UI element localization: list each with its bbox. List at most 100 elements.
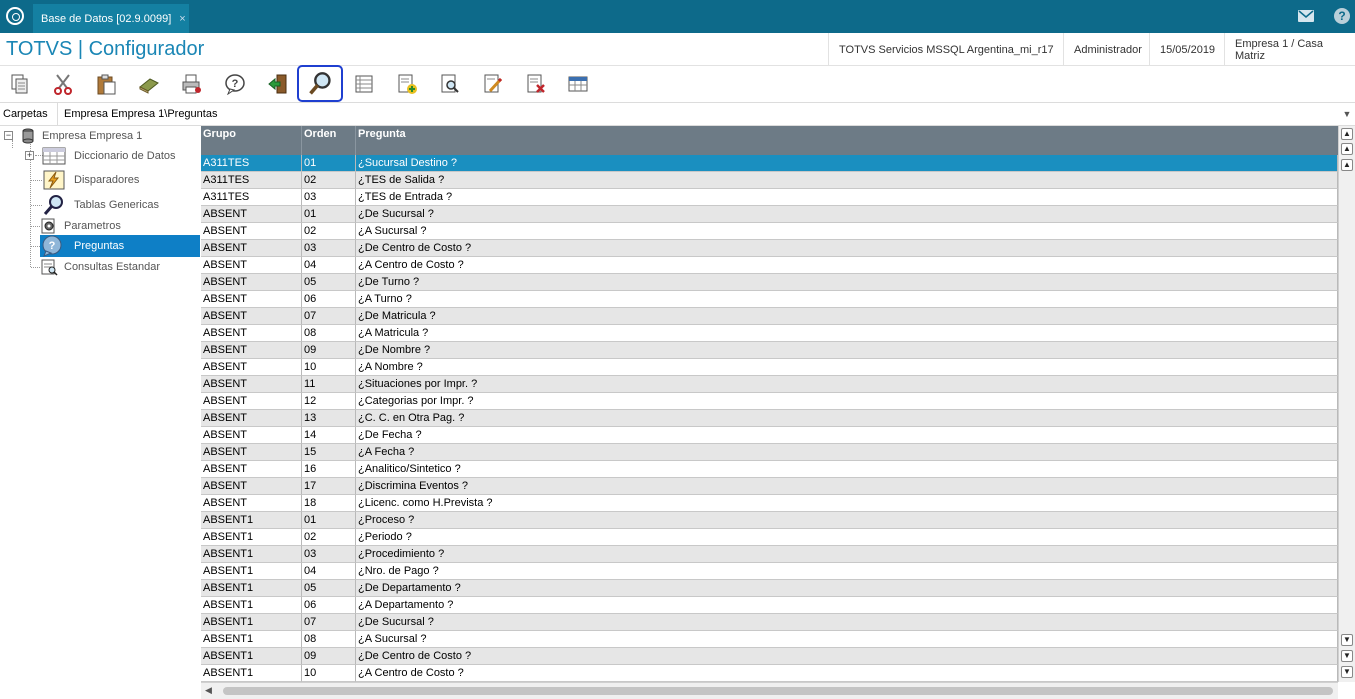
table-row[interactable]: ABSENT 10 ¿A Nombre ? [201,359,1338,376]
table-row[interactable]: ABSENT1 02 ¿Periodo ? [201,529,1338,546]
cell-pregunta: ¿A Nombre ? [356,359,1338,376]
table-row[interactable]: A311TES 02 ¿TES de Salida ? [201,172,1338,189]
tree-collapse-root[interactable]: − [4,131,13,140]
table-row[interactable]: ABSENT 08 ¿A Matricula ? [201,325,1338,342]
scroll-page-down-icon[interactable]: ▼ [1341,650,1353,662]
table-row[interactable]: ABSENT1 10 ¿A Centro de Costo ? [201,665,1338,682]
horizontal-scroll-thumb[interactable] [223,687,1333,695]
totvs-logo-icon[interactable] [6,7,24,25]
cell-grupo: ABSENT [201,274,302,291]
eraser-button[interactable] [134,70,164,98]
cell-orden: 15 [302,444,356,461]
vertical-scrollbar[interactable]: ▲ ▲ ▲ ▼ ▼ ▼ [1338,126,1355,682]
table-row[interactable]: ABSENT 09 ¿De Nombre ? [201,342,1338,359]
tab-base-de-datos[interactable]: Base de Datos [02.9.0099] × [33,4,189,33]
cell-grupo: ABSENT [201,206,302,223]
help-icon[interactable]: ? [1334,8,1350,24]
help-button[interactable]: ? [220,70,250,98]
table-row[interactable]: ABSENT 14 ¿De Fecha ? [201,427,1338,444]
table-row[interactable]: A311TES 01 ¿Sucursal Destino ? [201,155,1338,172]
scroll-bottom-icon[interactable]: ▼ [1341,666,1353,678]
scroll-down-icon[interactable]: ▼ [1341,634,1353,646]
table-row[interactable]: ABSENT1 09 ¿De Centro de Costo ? [201,648,1338,665]
table-row[interactable]: ABSENT 18 ¿Licenc. como H.Prevista ? [201,495,1338,512]
paste-button[interactable] [91,70,121,98]
scroll-top-icon[interactable]: ▲ [1341,128,1353,140]
tree-item-label: Diccionario de Datos [74,150,176,162]
table-row[interactable]: ABSENT 07 ¿De Matricula ? [201,308,1338,325]
add-button[interactable] [392,70,422,98]
cell-grupo: ABSENT [201,427,302,444]
table-row[interactable]: ABSENT 04 ¿A Centro de Costo ? [201,257,1338,274]
folder-path-field[interactable]: Empresa Empresa 1\Preguntas [57,103,1339,126]
cell-orden: 06 [302,291,356,308]
table-row[interactable]: ABSENT1 05 ¿De Departamento ? [201,580,1338,597]
mail-icon[interactable] [1297,7,1315,25]
table-row[interactable]: ABSENT 06 ¿A Turno ? [201,291,1338,308]
tree-item-parametros[interactable]: Parametros [40,216,123,236]
chevron-down-icon[interactable]: ▼ [1339,103,1355,126]
cell-grupo: ABSENT1 [201,529,302,546]
table-row[interactable]: ABSENT 02 ¿A Sucursal ? [201,223,1338,240]
tree-item-label: Preguntas [74,240,125,252]
column-header-pregunta[interactable]: Pregunta [356,126,1338,155]
table-row[interactable]: ABSENT 01 ¿De Sucursal ? [201,206,1338,223]
tree-item-disparadores[interactable]: Disparadores [42,169,141,191]
copy-button[interactable] [5,70,35,98]
cell-grupo: A311TES [201,155,302,172]
cell-grupo: ABSENT [201,359,302,376]
table-button[interactable] [563,70,593,98]
cell-grupo: ABSENT [201,291,302,308]
table-row[interactable]: ABSENT1 06 ¿A Departamento ? [201,597,1338,614]
cell-orden: 01 [302,512,356,529]
column-header-grupo[interactable]: Grupo [201,126,302,155]
tree-item-diccionario[interactable]: Diccionario de Datos [42,145,178,167]
scroll-page-up-icon[interactable]: ▲ [1341,143,1353,155]
cell-pregunta: ¿De Sucursal ? [356,614,1338,631]
preview-button[interactable] [435,70,465,98]
cut-button[interactable] [48,70,78,98]
tree-item-preguntas[interactable]: ? Preguntas [40,235,200,257]
column-header-orden[interactable]: Orden [302,126,356,155]
cell-grupo: ABSENT1 [201,665,302,682]
tree-root[interactable]: Empresa Empresa 1 [20,126,144,146]
cell-grupo: ABSENT [201,444,302,461]
cell-orden: 18 [302,495,356,512]
cell-orden: 10 [302,665,356,682]
table-row[interactable]: ABSENT 03 ¿De Centro de Costo ? [201,240,1338,257]
tree-expand-diccionario[interactable]: + [25,151,34,160]
tree-item-consultas-estandar[interactable]: Consultas Estandar [40,257,162,277]
scroll-up-icon[interactable]: ▲ [1341,159,1353,171]
tree-item-tablas-genericas[interactable]: Tablas Genericas [42,194,161,216]
cell-grupo: A311TES [201,189,302,206]
table-row[interactable]: ABSENT 16 ¿Analitico/Sintetico ? [201,461,1338,478]
table-row[interactable]: ABSENT1 07 ¿De Sucursal ? [201,614,1338,631]
table-row[interactable]: ABSENT 15 ¿A Fecha ? [201,444,1338,461]
delete-button[interactable] [521,70,551,98]
cell-orden: 09 [302,342,356,359]
cell-orden: 01 [302,206,356,223]
table-row[interactable]: ABSENT 17 ¿Discrimina Eventos ? [201,478,1338,495]
cell-orden: 11 [302,376,356,393]
print-button[interactable] [177,70,207,98]
svg-text:?: ? [49,240,56,252]
company-label: Empresa 1 / Casa Matriz [1224,33,1355,66]
tab-close-icon[interactable]: × [179,13,185,25]
table-row[interactable]: ABSENT1 01 ¿Proceso ? [201,512,1338,529]
exit-button[interactable] [263,70,293,98]
table-row[interactable]: ABSENT 05 ¿De Turno ? [201,274,1338,291]
folder-tree: − Empresa Empresa 1 + Diccionario de Dat… [0,126,200,699]
table-row[interactable]: ABSENT1 04 ¿Nro. de Pago ? [201,563,1338,580]
table-row[interactable]: ABSENT 13 ¿C. C. en Otra Pag. ? [201,410,1338,427]
edit-button[interactable] [478,70,508,98]
table-row[interactable]: ABSENT 11 ¿Situaciones por Impr. ? [201,376,1338,393]
search-button[interactable] [297,65,343,102]
table-row[interactable]: ABSENT1 03 ¿Procedimiento ? [201,546,1338,563]
list-button[interactable] [349,70,379,98]
scroll-left-icon[interactable]: ◀ [205,685,212,696]
table-row[interactable]: ABSENT1 08 ¿A Sucursal ? [201,631,1338,648]
table-row[interactable]: A311TES 03 ¿TES de Entrada ? [201,189,1338,206]
horizontal-scrollbar[interactable]: ◀ [201,682,1338,699]
cell-orden: 07 [302,308,356,325]
table-row[interactable]: ABSENT 12 ¿Categorias por Impr. ? [201,393,1338,410]
